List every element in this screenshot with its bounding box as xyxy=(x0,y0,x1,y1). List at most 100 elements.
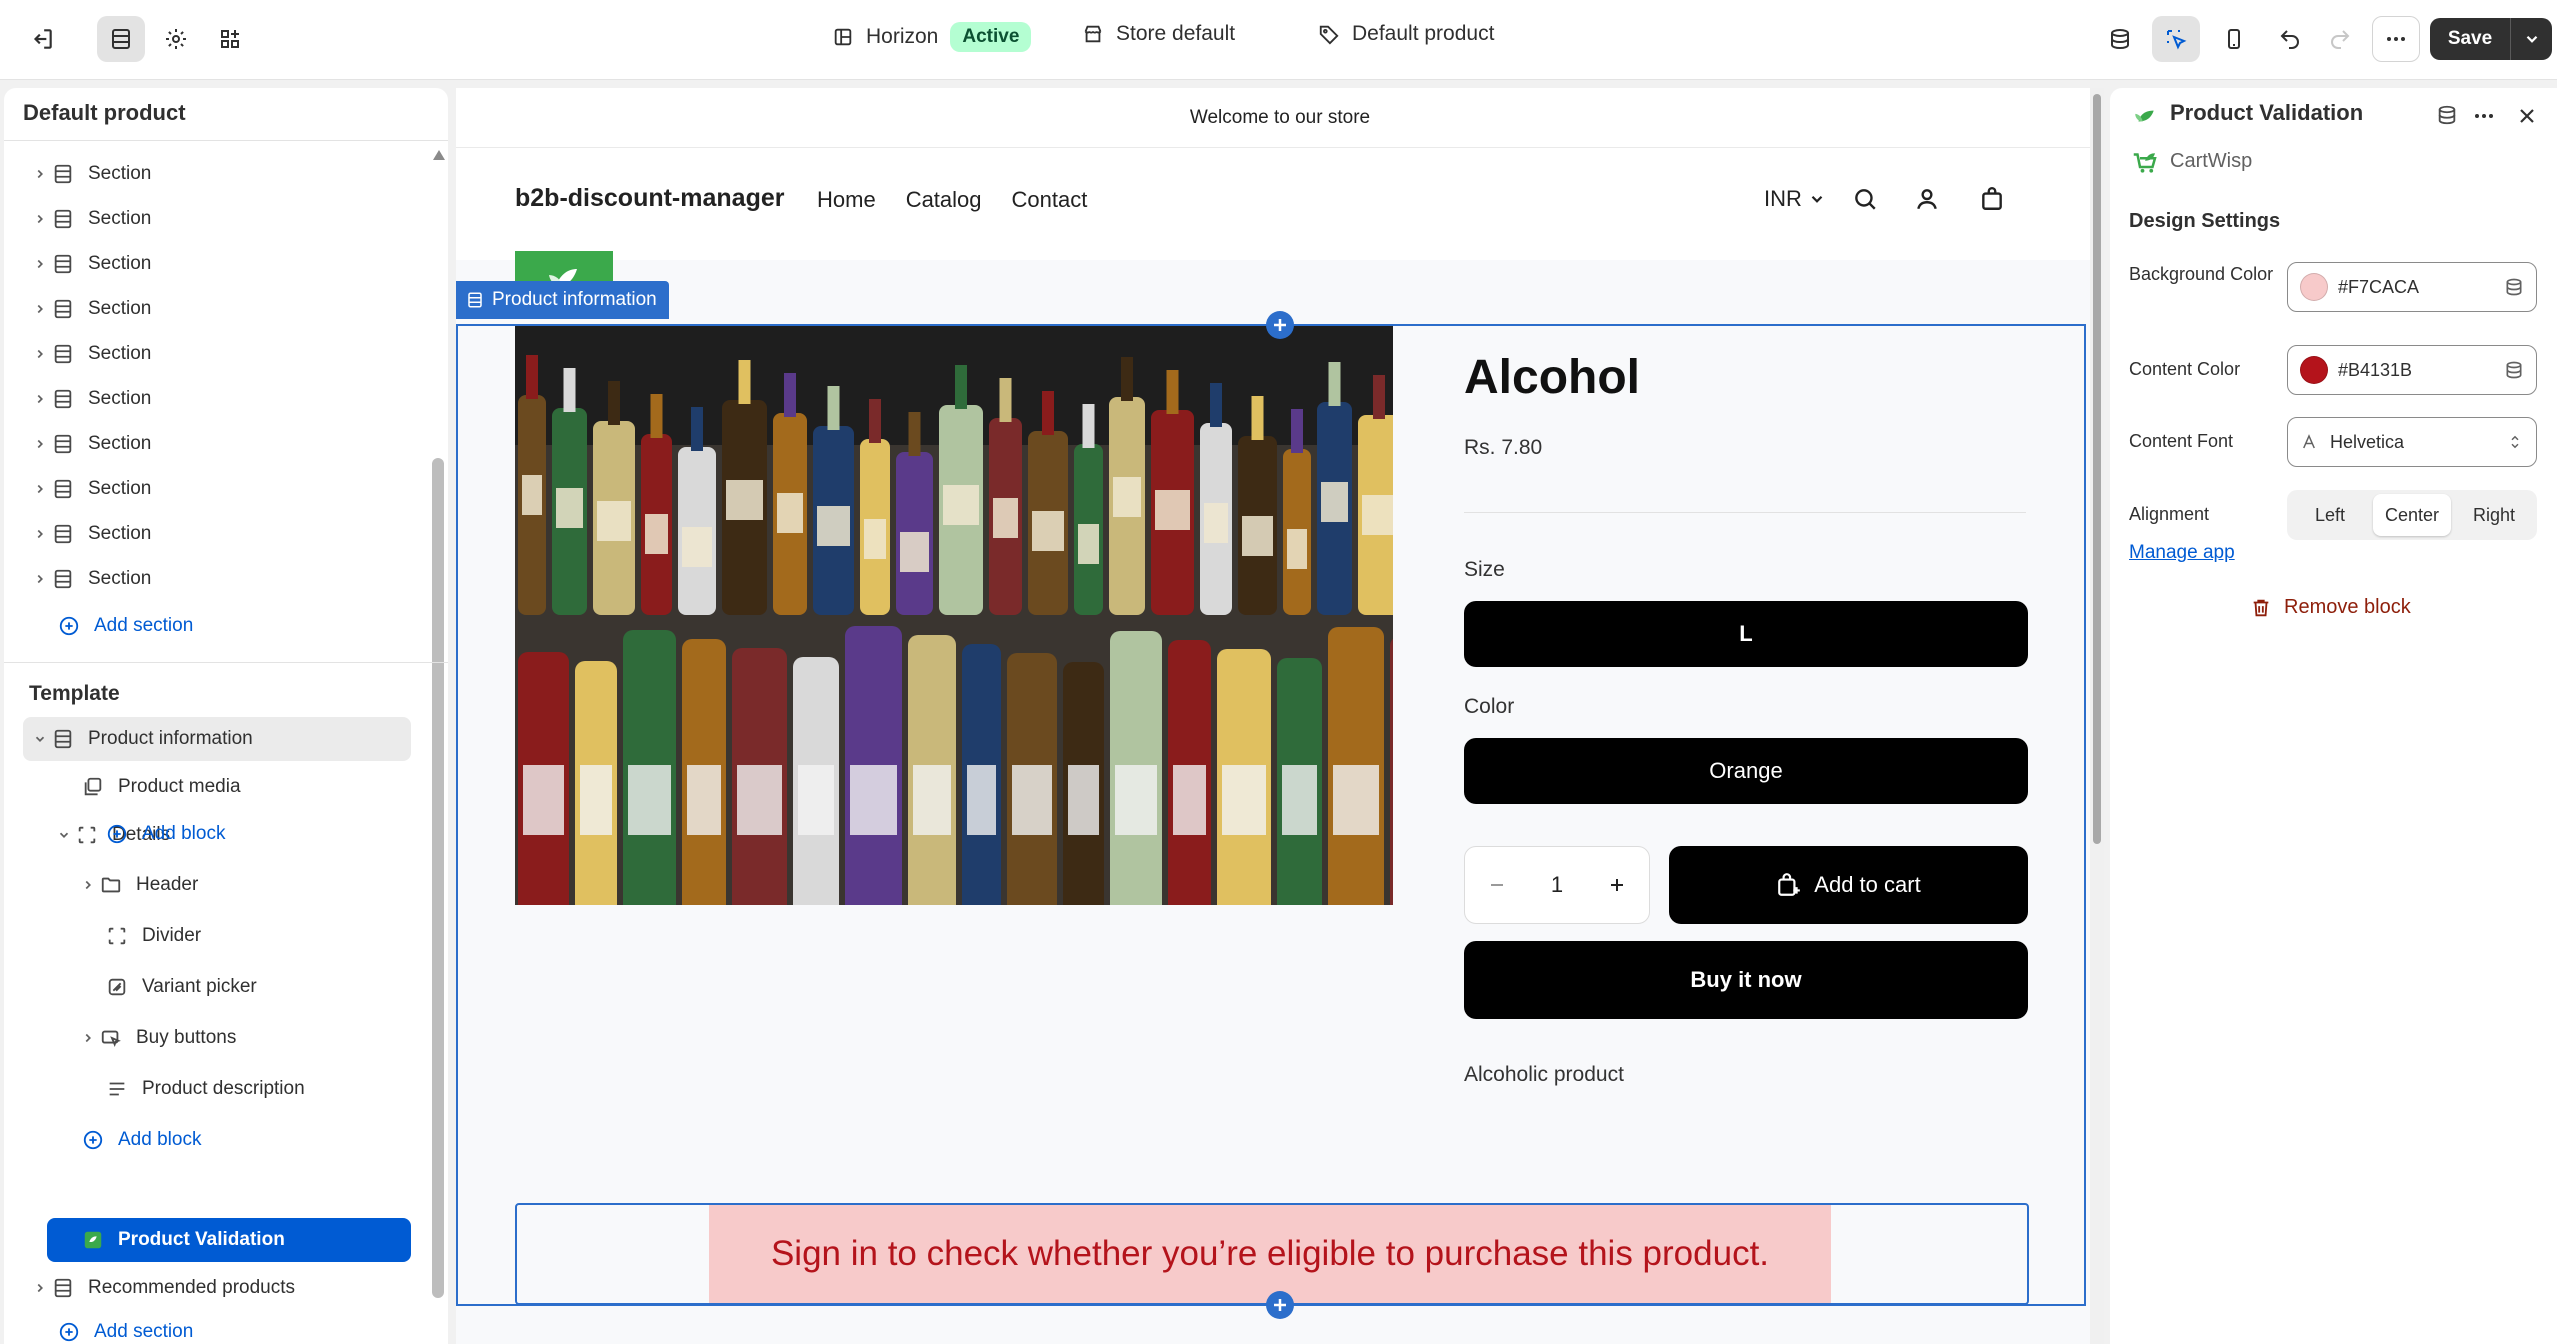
chevron-right-icon[interactable] xyxy=(30,527,50,541)
tree-item-section[interactable]: Section xyxy=(30,289,410,329)
background-color-swatch[interactable] xyxy=(2300,273,2328,301)
nav-contact[interactable]: Contact xyxy=(1012,187,1088,213)
preview-scroll-thumb[interactable] xyxy=(2093,94,2101,844)
buy-now-button[interactable]: Buy it now xyxy=(1464,941,2028,1019)
alignment-left[interactable]: Left xyxy=(2291,494,2369,536)
chevron-right-icon[interactable] xyxy=(30,572,50,586)
media-icon xyxy=(80,776,106,798)
tree-item-product-validation[interactable]: Product Validation xyxy=(80,1220,410,1260)
inspector-button[interactable] xyxy=(2096,16,2144,62)
tree-item-section[interactable]: Section xyxy=(30,334,410,374)
remove-block-button[interactable]: Remove block xyxy=(2250,596,2411,619)
sidebar-scrollbar[interactable] xyxy=(432,458,444,1298)
chevron-right-icon[interactable] xyxy=(30,392,50,406)
tree-item-header[interactable]: Header xyxy=(78,865,410,905)
market-selector[interactable]: Store default xyxy=(1082,22,1235,46)
chevron-right-icon[interactable] xyxy=(30,302,50,316)
exit-button[interactable] xyxy=(18,16,66,62)
alignment-right[interactable]: Right xyxy=(2455,494,2533,536)
tree-item-section[interactable]: Section xyxy=(30,514,410,554)
sections-view-button[interactable] xyxy=(97,16,145,62)
quantity-stepper[interactable]: 1 xyxy=(1464,846,1650,924)
color-option-orange[interactable]: Orange xyxy=(1464,738,2028,804)
content-color-swatch[interactable] xyxy=(2300,356,2328,384)
tree-item-divider[interactable]: Divider xyxy=(104,916,410,956)
plus-icon xyxy=(1611,879,1624,891)
save-button[interactable]: Save xyxy=(2430,18,2552,60)
add-section-above-button[interactable] xyxy=(1266,311,1294,339)
undo-icon xyxy=(2280,30,2299,49)
size-option-l[interactable]: L xyxy=(1464,601,2028,667)
chevron-right-icon[interactable] xyxy=(30,347,50,361)
product-information-tag[interactable]: Product information xyxy=(456,281,669,319)
theme-settings-button[interactable] xyxy=(152,16,200,62)
save-options-button[interactable] xyxy=(2511,30,2552,48)
tree-item-product-media[interactable]: Product media xyxy=(80,767,410,807)
chevron-right-icon[interactable] xyxy=(30,437,50,451)
cart-button[interactable] xyxy=(1979,186,2005,212)
add-block-button-outer[interactable]: Add block xyxy=(80,1120,410,1160)
chevron-right-icon[interactable] xyxy=(30,257,50,271)
redo-button[interactable] xyxy=(2316,16,2364,62)
store-brand[interactable]: b2b-discount-manager xyxy=(515,184,784,213)
chevron-down-icon[interactable] xyxy=(54,828,74,842)
database-icon[interactable] xyxy=(2436,104,2458,126)
chevron-right-icon[interactable] xyxy=(30,212,50,226)
tree-item-section[interactable]: Section xyxy=(30,469,410,509)
undo-button[interactable] xyxy=(2266,16,2314,62)
chevron-right-icon[interactable] xyxy=(78,878,98,892)
chevron-right-icon[interactable] xyxy=(30,1281,50,1295)
content-color-field[interactable]: #B4131B xyxy=(2287,345,2537,395)
tree-item-recommended-products[interactable]: Recommended products xyxy=(30,1268,410,1308)
tree-item-section[interactable]: Section xyxy=(30,559,410,599)
template-selector[interactable]: Default product xyxy=(1318,22,1494,46)
add-section-button[interactable]: Add section xyxy=(56,606,416,646)
chevron-down-icon[interactable] xyxy=(30,732,50,746)
more-icon[interactable] xyxy=(2472,104,2496,128)
quantity-value[interactable]: 1 xyxy=(1551,872,1563,898)
nav-catalog[interactable]: Catalog xyxy=(906,187,982,213)
theme-selector[interactable]: Horizon Active xyxy=(832,22,1032,52)
tree-item-buy-buttons[interactable]: Buy buttons xyxy=(78,1018,410,1058)
tree-item-section[interactable]: Section xyxy=(30,424,410,464)
add-section-below-button[interactable] xyxy=(1266,1291,1294,1319)
dynamic-source-icon[interactable] xyxy=(2504,360,2524,380)
tree-item-product-information[interactable]: Product information xyxy=(30,719,410,759)
more-actions-button[interactable] xyxy=(2372,16,2420,62)
tree-item-section[interactable]: Section xyxy=(30,244,410,284)
plus-circle-icon xyxy=(80,1129,106,1151)
close-icon[interactable] xyxy=(2515,104,2539,128)
alignment-center[interactable]: Center xyxy=(2373,494,2451,536)
theme-status-badge: Active xyxy=(950,22,1032,52)
background-color-field[interactable]: #F7CACA xyxy=(2287,262,2537,312)
tree-item-variant-picker[interactable]: Variant picker xyxy=(104,967,410,1007)
store-preview[interactable]: Welcome to our store b2b-discount-manage… xyxy=(456,88,2104,1344)
tree-item-product-description[interactable]: Product description xyxy=(104,1069,410,1109)
preview-scrollbar[interactable] xyxy=(2090,88,2104,1344)
mobile-preview-button[interactable] xyxy=(2210,16,2258,62)
add-to-cart-button[interactable]: Add to cart xyxy=(1669,846,2028,924)
select-tool-button[interactable] xyxy=(2152,16,2200,62)
chevron-right-icon[interactable] xyxy=(78,1031,98,1045)
tree-item-section[interactable]: Section xyxy=(30,379,410,419)
add-block-button-inner[interactable]: Add block xyxy=(104,814,410,854)
section-icon xyxy=(50,343,76,365)
chevron-right-icon[interactable] xyxy=(30,482,50,496)
tree-label: Header xyxy=(136,874,199,895)
currency-selector[interactable]: INR xyxy=(1764,186,1826,212)
increase-quantity-button[interactable] xyxy=(1608,876,1626,894)
decrease-quantity-button[interactable] xyxy=(1488,876,1506,894)
tree-item-section[interactable]: Section xyxy=(30,154,410,194)
search-button[interactable] xyxy=(1852,186,1878,212)
manage-app-link[interactable]: Manage app xyxy=(2129,542,2235,564)
chevron-right-icon[interactable] xyxy=(30,167,50,181)
tree-item-section[interactable]: Section xyxy=(30,199,410,239)
nav-home[interactable]: Home xyxy=(817,187,876,213)
apps-button[interactable] xyxy=(206,16,254,62)
dynamic-source-icon[interactable] xyxy=(2504,277,2524,297)
account-button[interactable] xyxy=(1914,186,1940,212)
scroll-up-icon[interactable] xyxy=(431,148,447,162)
add-section-button-bottom[interactable]: Add section xyxy=(56,1312,416,1344)
content-font-picker[interactable]: Helvetica xyxy=(2287,417,2537,467)
tree-label: Section xyxy=(88,433,152,454)
